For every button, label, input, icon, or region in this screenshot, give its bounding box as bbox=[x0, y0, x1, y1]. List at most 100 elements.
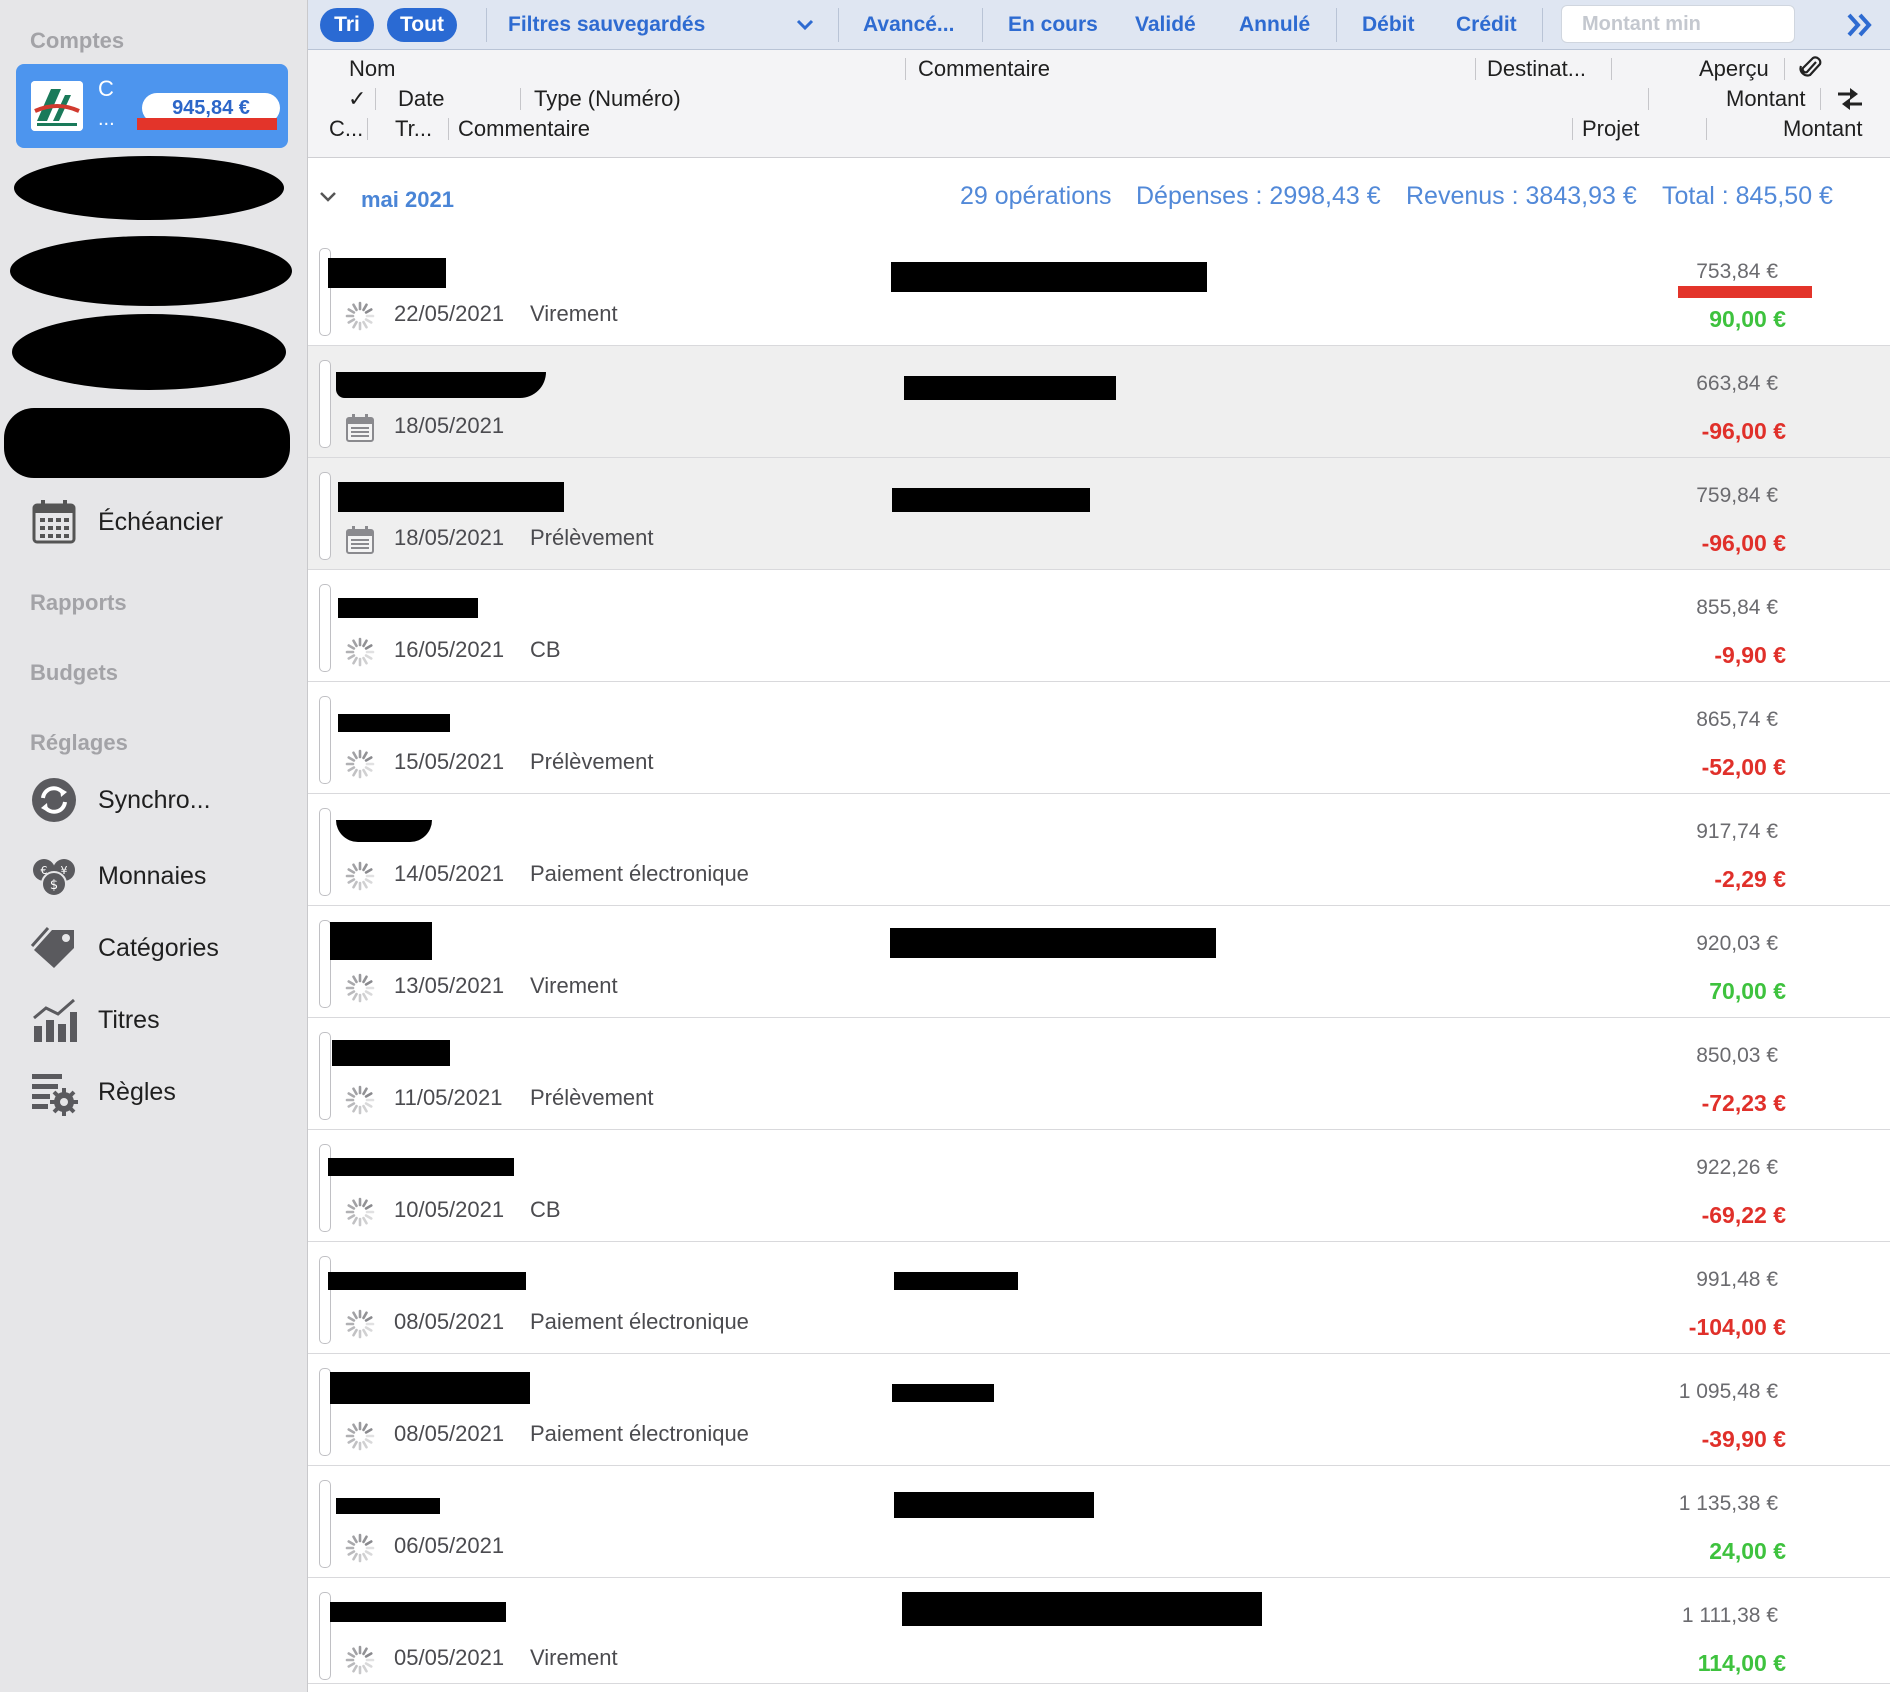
column-category[interactable]: C... bbox=[329, 116, 363, 142]
column-preview[interactable]: Aperçu bbox=[1699, 56, 1769, 82]
redacted-account[interactable] bbox=[4, 408, 290, 478]
all-filter-button[interactable]: Tout bbox=[387, 8, 457, 42]
redacted-name bbox=[336, 820, 432, 842]
saved-filters-dropdown[interactable]: Filtres sauvegardés bbox=[508, 13, 705, 37]
sidebar-item-securities[interactable]: Titres bbox=[30, 992, 290, 1046]
sort-button[interactable]: Tri bbox=[320, 8, 374, 42]
transaction-date: 13/05/2021 bbox=[394, 973, 505, 998]
redacted-account[interactable] bbox=[12, 314, 286, 390]
toolbar-separator bbox=[1542, 8, 1543, 42]
reports-heading[interactable]: Rapports bbox=[30, 590, 127, 616]
column-project[interactable]: Projet bbox=[1582, 116, 1639, 142]
toolbar-separator bbox=[838, 8, 839, 42]
transaction-type: Prélèvement bbox=[530, 525, 654, 550]
month-total: Total : 845,50 € bbox=[1662, 182, 1833, 210]
column-amount[interactable]: Montant bbox=[1726, 86, 1806, 112]
running-balance: 1 111,38 € bbox=[1681, 1604, 1778, 1627]
cancelled-filter-button[interactable]: Annulé bbox=[1239, 13, 1310, 37]
column-comment[interactable]: Commentaire bbox=[918, 56, 1050, 82]
transaction-row[interactable]: 13/05/2021 Virement 920,03 € 70,00 € bbox=[308, 906, 1890, 1018]
svg-text:¥: ¥ bbox=[61, 864, 68, 877]
redacted-comment bbox=[892, 1384, 994, 1402]
status-checkbox[interactable] bbox=[319, 808, 331, 896]
column-transfer[interactable]: Tr... bbox=[395, 116, 432, 142]
column-check[interactable]: ✓ bbox=[348, 86, 366, 112]
transaction-amount: 114,00 € bbox=[1697, 1650, 1786, 1676]
status-checkbox[interactable] bbox=[319, 584, 331, 672]
transaction-amount: 24,00 € bbox=[1709, 1538, 1786, 1564]
column-comment-2[interactable]: Commentaire bbox=[458, 116, 590, 142]
status-checkbox[interactable] bbox=[319, 1032, 331, 1120]
redacted-account[interactable] bbox=[10, 236, 292, 306]
transaction-date: 10/05/2021 bbox=[394, 1197, 505, 1222]
transaction-amount: -96,00 € bbox=[1701, 418, 1786, 444]
accounts-heading: Comptes bbox=[30, 28, 125, 53]
sidebar-item-categories[interactable]: Catégories bbox=[30, 920, 290, 974]
credit-filter-button[interactable]: Crédit bbox=[1456, 13, 1517, 37]
amount-min-input[interactable] bbox=[1561, 5, 1795, 43]
transaction-amount: 90,00 € bbox=[1709, 306, 1786, 332]
transaction-row[interactable]: 18/05/2021 663,84 € -96,00 € bbox=[308, 346, 1890, 458]
transaction-row[interactable]: 18/05/2021 Prélèvement 759,84 € -96,00 € bbox=[308, 458, 1890, 570]
paperclip-icon[interactable] bbox=[1798, 54, 1822, 82]
running-balance: 855,84 € bbox=[1696, 596, 1778, 619]
advanced-filter-button[interactable]: Avancé... bbox=[863, 13, 954, 37]
running-balance: 991,48 € bbox=[1696, 1268, 1778, 1291]
sidebar-item-label: Catégories bbox=[98, 934, 219, 962]
transaction-row[interactable]: 22/05/2021 Virement 753,84 € 90,00 € bbox=[308, 234, 1890, 346]
running-balance: 920,03 € bbox=[1696, 932, 1778, 955]
sidebar-item-currencies[interactable]: € ¥ $ Monnaies bbox=[30, 848, 290, 902]
transaction-date: 08/05/2021 bbox=[394, 1309, 505, 1334]
transaction-row[interactable]: 08/05/2021 Paiement électronique 1 095,4… bbox=[308, 1354, 1890, 1466]
transaction-date: 15/05/2021 bbox=[394, 749, 505, 774]
status-checkbox[interactable] bbox=[319, 472, 331, 560]
transaction-row[interactable]: 10/05/2021 CB 922,26 € -69,22 € bbox=[308, 1130, 1890, 1242]
transaction-row[interactable]: 08/05/2021 Paiement électronique 991,48 … bbox=[308, 1242, 1890, 1354]
swap-arrows-icon[interactable] bbox=[1836, 86, 1864, 112]
redacted-account[interactable] bbox=[14, 156, 284, 220]
column-name[interactable]: Nom bbox=[349, 56, 395, 82]
debit-filter-button[interactable]: Débit bbox=[1362, 13, 1415, 37]
chevron-down-icon[interactable] bbox=[319, 190, 337, 204]
account-name: C bbox=[98, 76, 114, 101]
redacted-name bbox=[328, 1158, 514, 1176]
svg-text:€: € bbox=[41, 864, 48, 877]
transaction-amount: 70,00 € bbox=[1709, 978, 1786, 1004]
column-date[interactable]: Date bbox=[398, 86, 444, 112]
validated-filter-button[interactable]: Validé bbox=[1135, 13, 1196, 37]
tags-icon bbox=[30, 927, 74, 968]
column-type-number[interactable]: Type (Numéro) bbox=[534, 86, 681, 112]
status-checkbox[interactable] bbox=[319, 696, 331, 784]
transaction-row[interactable]: 14/05/2021 Paiement électronique 917,74 … bbox=[308, 794, 1890, 906]
sidebar-item-scheduler[interactable]: Échéancier bbox=[30, 494, 290, 548]
running-balance: 850,03 € bbox=[1696, 1044, 1778, 1067]
status-checkbox[interactable] bbox=[319, 1480, 331, 1568]
transaction-row[interactable]: 06/05/2021 1 135,38 € 24,00 € bbox=[308, 1466, 1890, 1578]
budgets-heading[interactable]: Budgets bbox=[30, 660, 118, 686]
status-checkbox[interactable] bbox=[319, 360, 331, 448]
column-separator bbox=[1648, 88, 1649, 110]
pending-filter-button[interactable]: En cours bbox=[1008, 13, 1098, 37]
column-amount-2[interactable]: Montant bbox=[1783, 116, 1863, 142]
double-chevron-right-icon[interactable] bbox=[1846, 12, 1874, 38]
redacted-comment bbox=[894, 1272, 1018, 1290]
month-group-header[interactable]: mai 2021 29 opérations Dépenses : 2998,4… bbox=[308, 160, 1890, 234]
income-total: Revenus : 3843,93 € bbox=[1406, 182, 1637, 210]
transaction-row[interactable]: 05/05/2021 Virement 1 111,38 € 114,00 € bbox=[308, 1578, 1890, 1684]
chevron-down-icon[interactable] bbox=[796, 18, 814, 32]
transaction-type: Virement bbox=[530, 301, 618, 326]
sidebar-item-sync[interactable]: Synchro... bbox=[30, 772, 290, 826]
transaction-date: 05/05/2021 bbox=[394, 1645, 505, 1670]
transaction-date: 18/05/2021 bbox=[394, 525, 505, 550]
redacted-comment bbox=[892, 488, 1090, 512]
account-item-selected[interactable]: C ... 945,84 € bbox=[16, 64, 288, 148]
sidebar-item-label: Règles bbox=[98, 1078, 176, 1106]
column-recipient[interactable]: Destinat... bbox=[1487, 56, 1586, 82]
sidebar-item-rules[interactable]: Règles bbox=[30, 1064, 290, 1118]
redacted-comment bbox=[891, 262, 1207, 292]
status-checkbox[interactable] bbox=[319, 1256, 331, 1344]
transaction-row[interactable]: 15/05/2021 Prélèvement 865,74 € -52,00 € bbox=[308, 682, 1890, 794]
transaction-row[interactable]: 11/05/2021 Prélèvement 850,03 € -72,23 € bbox=[308, 1018, 1890, 1130]
sidebar-item-label: Monnaies bbox=[98, 862, 207, 890]
transaction-row[interactable]: 16/05/2021 CB 855,84 € -9,90 € bbox=[308, 570, 1890, 682]
